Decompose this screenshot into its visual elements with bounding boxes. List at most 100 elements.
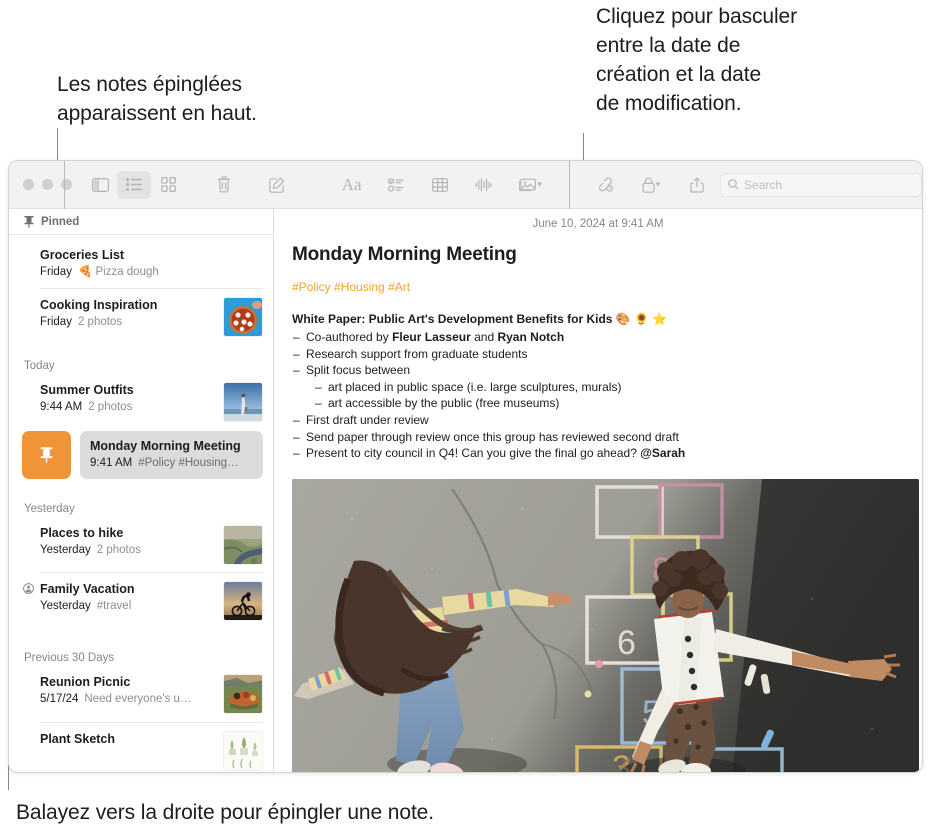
list-item[interactable]: Plant Sketch bbox=[9, 722, 273, 772]
note-title: Cooking Inspiration bbox=[40, 298, 158, 312]
note-date: 9:44 AM bbox=[40, 401, 83, 413]
list-item[interactable]: Monday Morning Meeting 9:41 AM #Policy #H… bbox=[80, 431, 263, 479]
bullet-bold-name: Fleur Lasseur bbox=[392, 330, 471, 344]
note-bullet-list: Co-authored by Fleur Lasseur and Ryan No… bbox=[292, 329, 904, 462]
share-group: ▾ Search bbox=[588, 171, 922, 199]
note-subtitle: 9:44 AM 2 photos bbox=[40, 399, 215, 415]
bullet-conjunction: and bbox=[470, 330, 498, 344]
lock-note-button[interactable]: ▾ bbox=[632, 171, 670, 199]
list-item: First draft under review bbox=[292, 412, 904, 429]
note-section-heading: White Paper: Public Art's Development Be… bbox=[292, 312, 668, 326]
note-snippet: #Policy #Housing… bbox=[138, 457, 239, 469]
note-subtitle: Yesterday #travel bbox=[40, 598, 215, 614]
window-body: Pinned Groceries List Friday 🍕 Pizza doug… bbox=[9, 209, 922, 772]
list-item: Co-authored by Fleur Lasseur and Ryan No… bbox=[292, 329, 904, 346]
search-icon bbox=[728, 179, 739, 190]
callout-pinned-notes-line2: apparaissent en haut. bbox=[57, 102, 257, 125]
note-title: Summer Outfits bbox=[40, 383, 134, 397]
list-item[interactable]: Cooking Inspiration Friday 2 photos bbox=[9, 288, 273, 346]
pin-note-action-button[interactable] bbox=[22, 431, 71, 479]
note-title: Places to hike bbox=[40, 526, 124, 540]
text-format-button[interactable]: Aa bbox=[335, 171, 369, 199]
note-title: Plant Sketch bbox=[40, 732, 116, 746]
note-date: Yesterday bbox=[40, 600, 91, 612]
delete-note-button[interactable] bbox=[210, 171, 238, 199]
group-header-previous-30-days: Previous 30 Days bbox=[24, 652, 115, 664]
hopscotch-photo: 8 6 5 3 bbox=[292, 478, 919, 772]
formatting-group: Aa ▾ bbox=[335, 171, 551, 199]
note-thumbnail bbox=[223, 525, 263, 565]
note-date: 5/17/24 bbox=[40, 693, 79, 705]
format-label: Aa bbox=[341, 174, 362, 194]
checklist-button[interactable] bbox=[379, 171, 413, 199]
list-item-swiped[interactable]: Monday Morning Meeting 9:41 AM #Policy #H… bbox=[9, 428, 273, 482]
sidebar-toggle-button[interactable] bbox=[83, 171, 117, 199]
chevron-down-icon: ▾ bbox=[655, 179, 661, 189]
thumbnail-pizza bbox=[224, 298, 262, 336]
note-subtitle: Friday 🍕 Pizza dough bbox=[40, 264, 263, 280]
minimize-button[interactable] bbox=[42, 179, 53, 190]
gallery-view-button[interactable] bbox=[151, 171, 185, 199]
list-view-button[interactable] bbox=[117, 170, 152, 199]
note-subtitle: 9:41 AM #Policy #Housing… bbox=[90, 455, 253, 471]
note-snippet: 🍕 Pizza dough bbox=[77, 266, 159, 278]
list-item[interactable]: Groceries List Friday 🍕 Pizza dough bbox=[9, 235, 273, 288]
list-item[interactable]: Reunion Picnic 5/17/24 Need everyone's u… bbox=[9, 670, 273, 722]
note-title-heading: Monday Morning Meeting bbox=[292, 244, 517, 265]
callout-date-toggle-line1: Cliquez pour basculer bbox=[596, 5, 798, 28]
thumbnail-beach bbox=[224, 383, 262, 421]
note-date: 9:41 AM bbox=[90, 457, 133, 469]
list-item: Split focus between bbox=[292, 362, 904, 379]
table-button[interactable] bbox=[423, 171, 457, 199]
note-snippet: 2 photos bbox=[88, 401, 133, 413]
list-item: Send paper through review once this grou… bbox=[292, 429, 904, 446]
note-snippet: Need everyone's u… bbox=[84, 693, 192, 705]
note-detail-pane: June 10, 2024 at 9:41 AM Monday Morning … bbox=[274, 209, 922, 772]
callout-date-toggle-line4: de modification. bbox=[596, 92, 742, 115]
chevron-down-icon: ▾ bbox=[537, 179, 542, 189]
note-thumbnail bbox=[223, 731, 263, 771]
note-title: Groceries List bbox=[40, 248, 125, 262]
thumbnail-bike bbox=[224, 582, 262, 620]
share-button[interactable] bbox=[680, 171, 714, 199]
bullet-text: Co-authored by bbox=[306, 330, 393, 344]
notes-list-sidebar: Pinned Groceries List Friday 🍕 Pizza doug… bbox=[9, 209, 274, 772]
view-controls-group bbox=[83, 170, 185, 199]
bullet-bold-name: Ryan Notch bbox=[497, 330, 565, 344]
bullet-text: Present to city council in Q4! Can you g… bbox=[306, 446, 641, 461]
toolbar-divider-1 bbox=[64, 161, 65, 209]
list-item[interactable]: Places to hike Yesterday 2 photos bbox=[9, 521, 273, 572]
note-subtitle: Yesterday 2 photos bbox=[40, 542, 215, 558]
list-item[interactable]: Family Vacation Yesterday #travel bbox=[9, 572, 273, 630]
callout-swipe-pin-text: Balayez vers la droite pour épingler une… bbox=[16, 801, 434, 824]
pin-icon bbox=[40, 447, 53, 463]
audio-recording-button[interactable] bbox=[467, 171, 501, 199]
collaborate-icon[interactable] bbox=[588, 171, 622, 199]
note-title: Reunion Picnic bbox=[40, 675, 131, 689]
note-thumbnail bbox=[223, 297, 263, 337]
bullet-text: art placed in public space (i.e. large s… bbox=[328, 379, 622, 394]
shared-note-icon bbox=[23, 583, 34, 594]
thumbnail-plants bbox=[224, 732, 262, 770]
compose-note-button[interactable] bbox=[263, 171, 291, 199]
toolbar: Aa ▾ ▾ Search bbox=[9, 161, 922, 209]
pinned-section-label: Pinned bbox=[41, 215, 80, 228]
window-traffic-lights[interactable] bbox=[9, 179, 84, 190]
note-date-toggle[interactable]: June 10, 2024 at 9:41 AM bbox=[274, 209, 922, 230]
search-input[interactable]: Search bbox=[720, 172, 922, 197]
note-thumbnail bbox=[223, 581, 263, 621]
list-item: art placed in public space (i.e. large s… bbox=[292, 379, 904, 396]
bullet-text: Research support from graduate students bbox=[306, 346, 528, 361]
callout-date-toggle-line3: création et la date bbox=[596, 63, 762, 86]
close-button[interactable] bbox=[23, 179, 34, 190]
note-snippet: #travel bbox=[96, 600, 132, 612]
bullet-mention[interactable]: @Sarah bbox=[640, 446, 685, 460]
note-tags[interactable]: #Policy #Housing #Art bbox=[292, 280, 904, 294]
list-item: art accessible by the public (free museu… bbox=[292, 395, 904, 412]
note-attached-photo[interactable]: 8 6 5 3 bbox=[292, 478, 919, 772]
maximize-button[interactable] bbox=[61, 179, 72, 190]
note-title: Monday Morning Meeting bbox=[90, 439, 241, 453]
callout-swipe-pin: Balayez vers la droite pour épingler une… bbox=[16, 798, 636, 827]
media-button[interactable]: ▾ bbox=[511, 171, 551, 199]
list-item[interactable]: Summer Outfits 9:44 AM 2 photos bbox=[9, 378, 273, 428]
